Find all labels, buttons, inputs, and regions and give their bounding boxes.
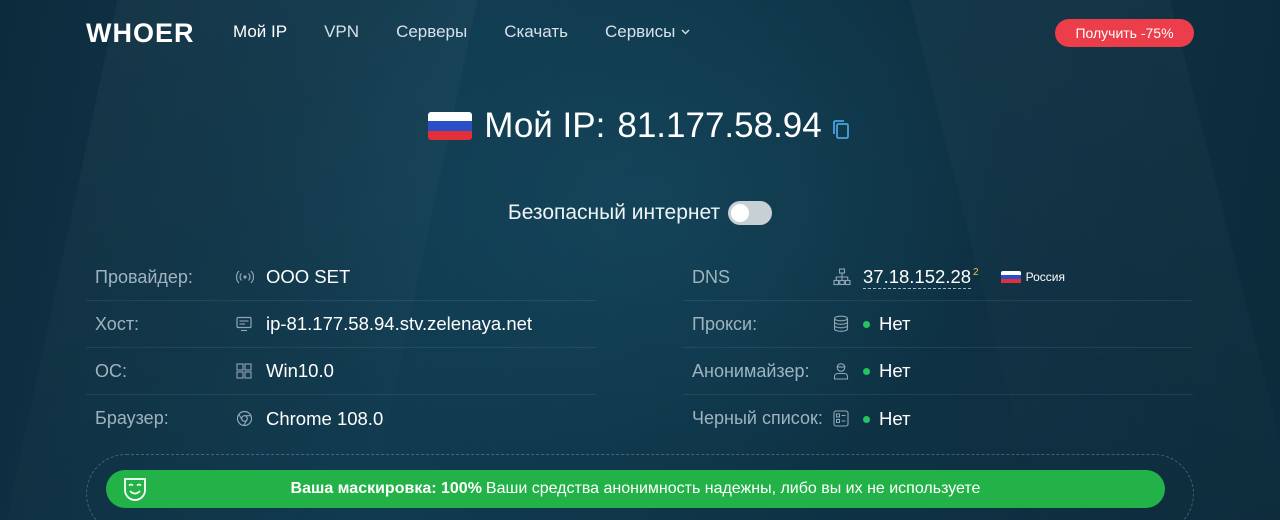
os-value: Win10.0	[266, 360, 334, 381]
nav-servers-label: Серверы	[396, 22, 468, 41]
browser-value: Chrome 108.0	[266, 407, 384, 429]
anonymizer-status: Нет	[879, 360, 911, 381]
nav-vpn-label: VPN	[324, 22, 360, 41]
status-dot	[863, 321, 870, 328]
proxy-row: Прокси: Нет	[683, 301, 1193, 348]
blacklist-value: Нет	[863, 408, 911, 430]
anonymizer-label: Анонимайзер:	[692, 360, 810, 381]
mask-status-bar: Ваша маскировка: 100% Ваши средства анон…	[106, 470, 1165, 508]
ip-label: Мой IP:	[484, 106, 606, 145]
dns-ip[interactable]: 37.18.152.28	[863, 266, 972, 289]
provider-row: Провайдер: OOO SET	[86, 254, 596, 301]
mask-title: Ваша маскировка: 100%	[290, 480, 482, 497]
safe-internet-label: Безопасный интернет	[507, 201, 721, 224]
browser-label: Браузер:	[95, 408, 169, 428]
whoer-logo[interactable]: WHOER	[86, 18, 195, 49]
nav-my-ip-label: Мой IP	[233, 22, 288, 41]
main-nav: Мой IP VPN Серверы Скачать Сервисы	[233, 22, 727, 42]
nav-download[interactable]: Скачать	[504, 22, 568, 42]
ip-address[interactable]: 81.177.58.94	[617, 106, 821, 146]
nav-services[interactable]: Сервисы	[605, 22, 690, 42]
list-icon	[833, 409, 863, 429]
proxy-value: Нет	[863, 313, 911, 335]
os-label: ОС:	[95, 360, 128, 381]
connection-info-left: Провайдер: OOO SET Хост: ip-81.177.58.94…	[86, 254, 596, 442]
windows-icon	[236, 361, 266, 381]
blacklist-label: Черный список:	[692, 408, 823, 428]
dns-count-badge: 2	[973, 267, 979, 278]
network-icon	[833, 267, 863, 287]
top-header: WHOER Мой IP VPN Серверы Скачать Сервисы…	[0, 0, 1280, 66]
mask-icon	[122, 476, 148, 502]
mask-text: Ваши средства анонимность надежны, либо …	[485, 480, 981, 497]
my-ip-heading: Мой IP: 81.177.58.94	[0, 102, 1280, 150]
nav-download-label: Скачать	[504, 22, 568, 41]
anonymizer-row: Анонимайзер: Нет	[683, 348, 1193, 395]
dns-label: DNS	[692, 266, 731, 287]
dns-row: DNS 37.18.152.28 2 Россия	[683, 254, 1193, 301]
provider-value: OOO SET	[266, 266, 351, 287]
database-icon	[833, 314, 863, 334]
host-row: Хост: ip-81.177.58.94.stv.zelenaya.net	[86, 301, 596, 348]
russia-flag-icon	[428, 112, 473, 140]
host-value: ip-81.177.58.94.stv.zelenaya.net	[266, 313, 533, 334]
chevron-down-icon	[681, 26, 690, 38]
connection-info-right: DNS 37.18.152.28 2 Россия Прокси: Нет Ано…	[683, 254, 1193, 442]
proxy-status: Нет	[879, 313, 911, 334]
signal-icon	[236, 267, 266, 287]
nav-services-label: Сервисы	[604, 22, 676, 41]
chrome-icon	[236, 409, 266, 429]
blacklist-row: Черный список: Нет	[683, 395, 1193, 442]
server-icon	[236, 314, 266, 334]
copy-icon[interactable]	[830, 118, 852, 142]
os-row: ОС: Win10.0	[86, 348, 596, 395]
toggle-knob	[731, 204, 750, 222]
anonymizer-value: Нет	[863, 360, 911, 382]
nav-my-ip[interactable]: Мой IP	[233, 22, 287, 42]
nav-vpn[interactable]: VPN	[324, 22, 359, 42]
safe-internet-row: Безопасный интернет	[0, 198, 1280, 228]
nav-servers[interactable]: Серверы	[396, 22, 467, 42]
blacklist-status: Нет	[879, 407, 911, 429]
promo-button[interactable]: Получить -75%	[1055, 19, 1194, 47]
user-icon	[833, 361, 863, 381]
status-dot	[863, 368, 870, 375]
proxy-label: Прокси:	[692, 313, 758, 334]
browser-row: Браузер: Chrome 108.0	[86, 395, 596, 442]
provider-label: Провайдер:	[95, 266, 193, 287]
russia-flag-icon	[1000, 270, 1021, 284]
safe-internet-toggle[interactable]	[728, 201, 773, 225]
dns-value[interactable]: 37.18.152.28 2	[863, 266, 979, 289]
status-dot	[863, 415, 870, 423]
dns-country: Россия	[1025, 270, 1065, 284]
host-label: Хост:	[95, 313, 140, 334]
